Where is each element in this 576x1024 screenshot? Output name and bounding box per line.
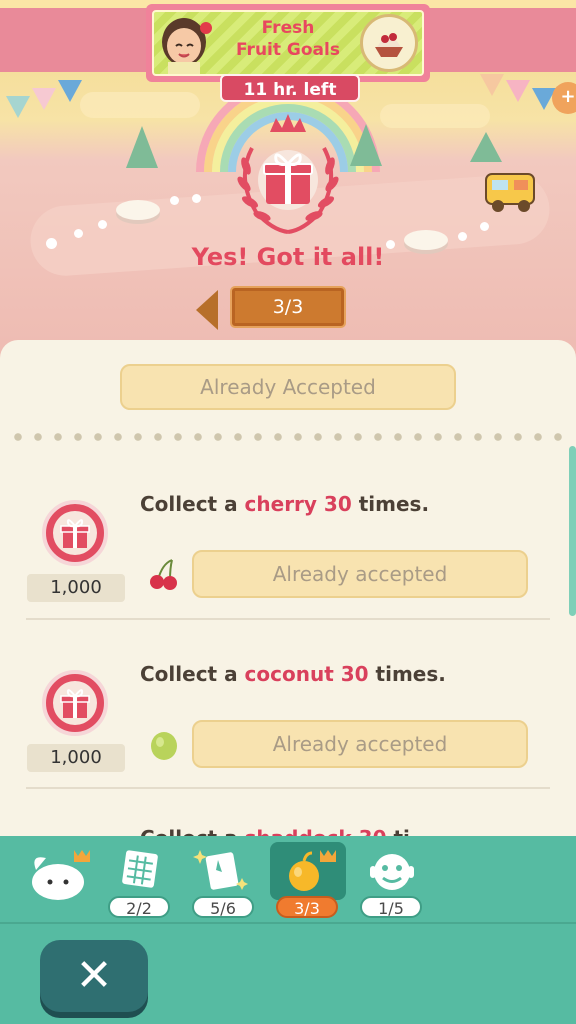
tree-icon — [126, 126, 158, 168]
bunting-flag — [506, 80, 530, 102]
tab-count-active: 3/3 — [276, 896, 338, 918]
all-complete-message: Yes! Got it all! — [191, 243, 385, 271]
bunting-flag — [6, 96, 30, 118]
fruit-cake-icon — [360, 14, 418, 72]
tab-count: 1/5 — [360, 896, 422, 918]
gift-reward-icon — [42, 500, 108, 566]
goal-text-prefix: Collect a — [140, 662, 245, 686]
fruit-icon — [289, 850, 336, 891]
calendar-icon — [122, 850, 158, 888]
villager-icon — [32, 850, 90, 900]
cloud — [80, 92, 200, 118]
truck-icon — [485, 173, 535, 212]
goal-text-prefix: Collect a — [140, 492, 245, 516]
reward-amount: 1,000 — [27, 574, 125, 602]
row-divider — [26, 618, 550, 620]
cherry-icon — [150, 559, 177, 590]
path-dot — [74, 229, 83, 238]
tab-count: 5/6 — [192, 896, 254, 918]
coconut-icon — [151, 732, 177, 760]
dotted-divider — [8, 432, 570, 442]
goal-row: 1,000 Collect a cherry 30 times. Already… — [0, 470, 560, 620]
path-dot — [480, 222, 489, 231]
bunting-flag — [480, 74, 504, 96]
cloud — [380, 104, 490, 128]
path-dot — [46, 238, 57, 249]
goal-item-name: coconut — [244, 662, 334, 686]
tab-calendar[interactable] — [104, 844, 174, 904]
nav-divider — [0, 922, 576, 924]
event-title-line2: Fruit Goals — [236, 40, 340, 60]
goals-complete-emblem — [237, 114, 339, 234]
path-dot — [170, 196, 179, 205]
face-icon — [370, 854, 414, 890]
goal-description: Collect a cherry 30 times. — [140, 492, 429, 516]
tab-character[interactable] — [356, 844, 426, 904]
tree-icon — [350, 124, 382, 166]
already-accepted-button[interactable]: Already accepted — [192, 550, 528, 598]
close-icon[interactable]: ✕ — [40, 940, 148, 1012]
already-accepted-button[interactable]: Already accepted — [192, 720, 528, 768]
reward-amount: 1,000 — [27, 744, 125, 772]
sparkle-ticket-icon — [193, 850, 248, 890]
goal-text-suffix: times. — [351, 492, 430, 516]
time-left-badge: 11 hr. left — [220, 74, 360, 102]
path-stone — [116, 200, 160, 220]
player-avatar-icon — [162, 18, 212, 74]
tab-count: 2/2 — [108, 896, 170, 918]
goal-description: Collect a coconut 30 times. — [140, 662, 446, 686]
previous-page-arrow-icon[interactable] — [196, 290, 218, 330]
gift-reward-icon — [42, 670, 108, 736]
page-counter: 3/3 — [230, 286, 346, 328]
path-dot — [458, 232, 467, 241]
goal-text-suffix: times. — [368, 662, 446, 686]
scrollbar[interactable] — [569, 446, 576, 616]
goal-count: 30 — [340, 662, 369, 686]
goal-count: 30 — [323, 492, 352, 516]
goal-item-name: cherry — [244, 492, 317, 516]
event-title-line1: Fresh — [261, 18, 315, 38]
tab-villager[interactable] — [26, 844, 96, 904]
path-dot — [192, 194, 201, 203]
bunting-flag — [58, 80, 82, 102]
row-divider — [26, 787, 550, 789]
add-button[interactable]: + — [552, 82, 576, 114]
already-accepted-button[interactable]: Already Accepted — [120, 364, 456, 410]
path-dot — [98, 220, 107, 229]
tree-icon — [470, 132, 502, 162]
bunting-flag — [32, 88, 56, 110]
tab-fruit-goals[interactable] — [272, 844, 342, 904]
tab-special[interactable] — [186, 844, 256, 904]
goal-row: 1,000 Collect a coconut 30 times. Alread… — [0, 640, 560, 790]
